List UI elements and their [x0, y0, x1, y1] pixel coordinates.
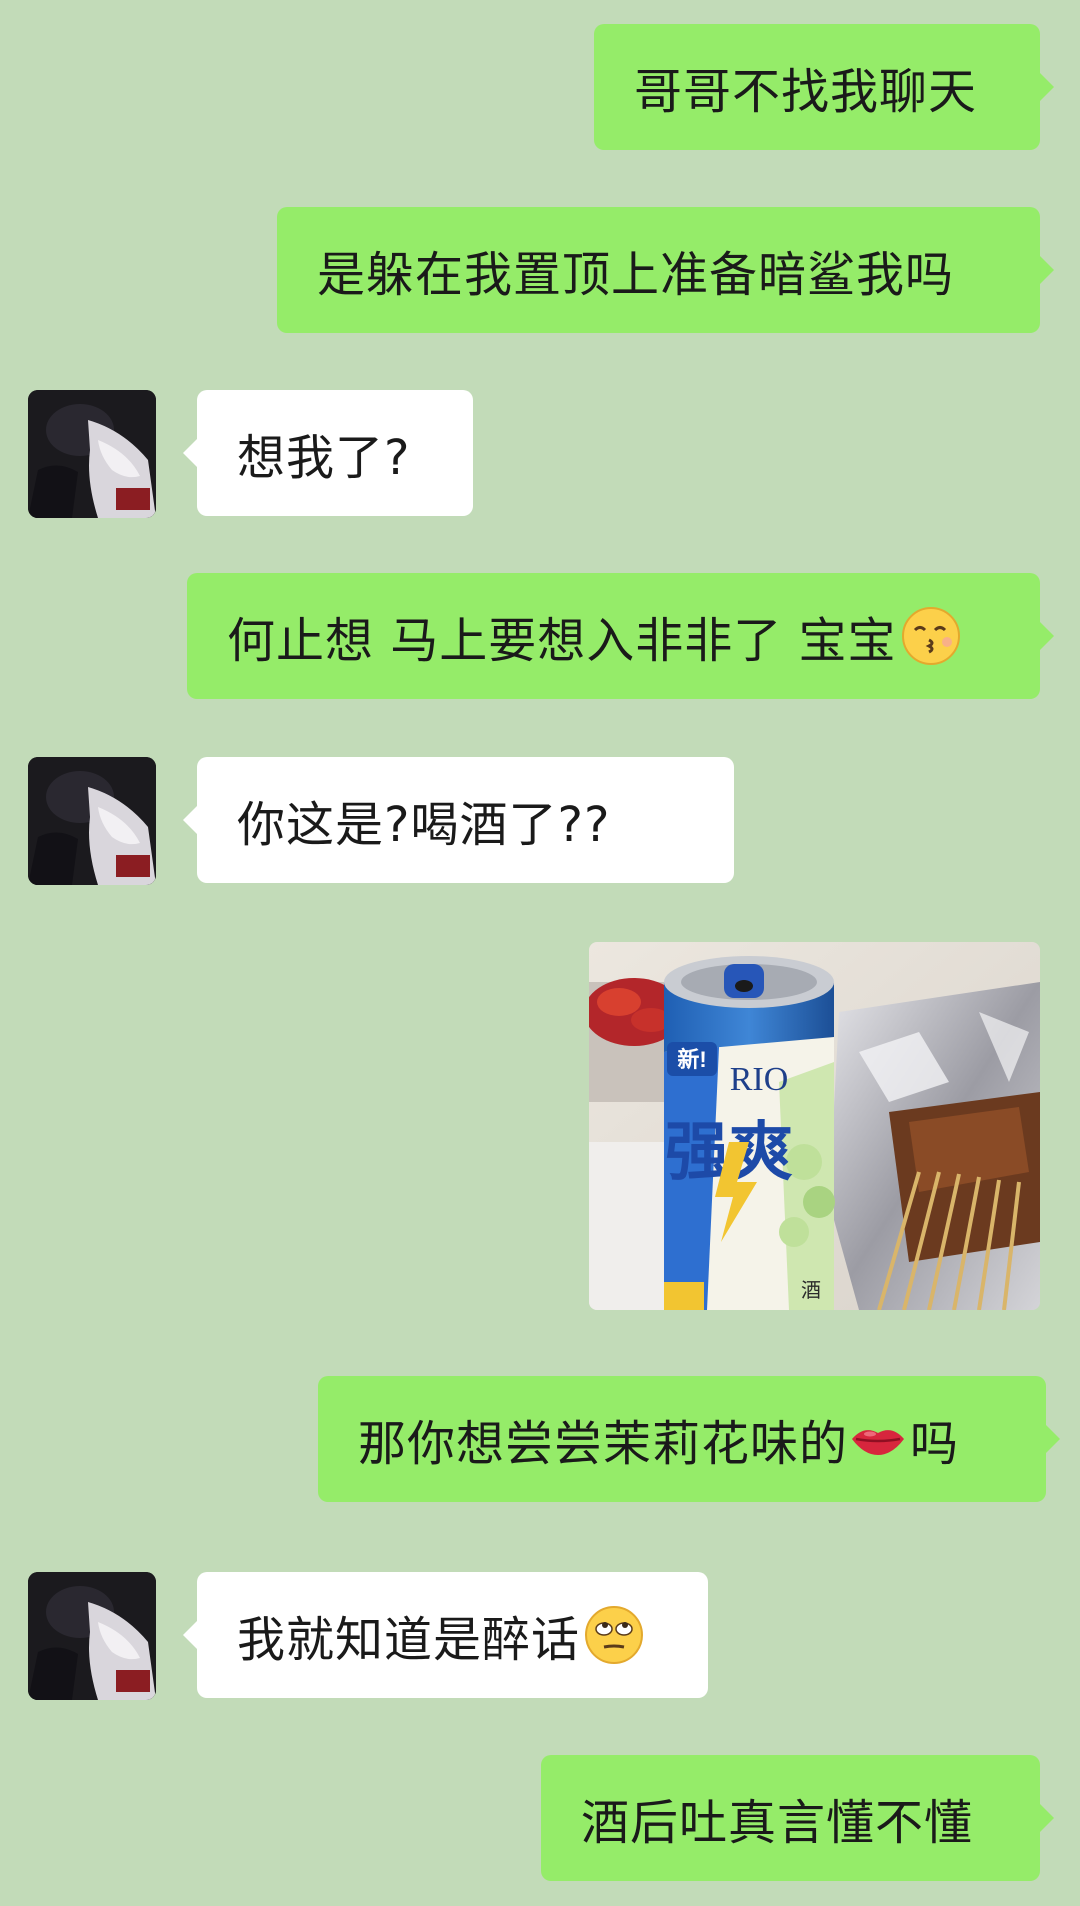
contact-avatar[interactable]: [28, 1572, 156, 1700]
can-badge-text: 新!: [677, 1047, 706, 1072]
chat-message-list[interactable]: 哥哥不找我聊天 是躲在我置顶上准备暗鲨我吗 想我了? 何止想 马上要想入非非了 …: [0, 0, 1080, 1906]
incoming-message-bubble[interactable]: 我就知道是醉话: [183, 1572, 708, 1698]
can-note-text: 酒: [801, 1278, 821, 1302]
can-brand-text: RIO: [730, 1061, 789, 1098]
outgoing-message-bubble[interactable]: 是躲在我置顶上准备暗鲨我吗: [277, 207, 1054, 333]
outgoing-message-bubble[interactable]: 那你想尝尝茉莉花味的 吗: [318, 1376, 1060, 1502]
eye-roll-face-emoji-icon: [584, 1605, 644, 1665]
message-text: 酒后吐真言懂不懂: [581, 1795, 974, 1851]
message-text: 是躲在我置顶上准备暗鲨我吗: [317, 247, 955, 303]
outgoing-message-bubble[interactable]: 何止想 马上要想入非非了 宝宝: [187, 573, 1054, 699]
lips-emoji-icon: [848, 1409, 908, 1469]
photo-message-rio-can-and-skewers[interactable]: 新! RIO 强爽 酒: [589, 942, 1040, 1310]
contact-avatar[interactable]: [28, 757, 156, 885]
message-text: 想我了?: [237, 430, 411, 486]
outgoing-message-bubble[interactable]: 酒后吐真言懂不懂: [541, 1755, 1054, 1881]
message-text: 你这是?喝酒了??: [237, 797, 611, 853]
contact-avatar[interactable]: [28, 390, 156, 518]
incoming-message-bubble[interactable]: 想我了?: [183, 390, 473, 516]
message-text-suffix: 吗: [910, 1416, 960, 1472]
message-text: 哥哥不找我聊天: [634, 64, 978, 120]
kissing-face-emoji-icon: [901, 606, 961, 666]
message-text: 何止想 马上要想入非非了 宝宝: [227, 613, 897, 669]
message-text: 我就知道是醉话: [237, 1612, 581, 1668]
outgoing-message-bubble[interactable]: 哥哥不找我聊天: [594, 24, 1054, 150]
message-text: 那你想尝尝茉莉花味的: [358, 1416, 849, 1472]
incoming-message-bubble[interactable]: 你这是?喝酒了??: [183, 757, 734, 883]
